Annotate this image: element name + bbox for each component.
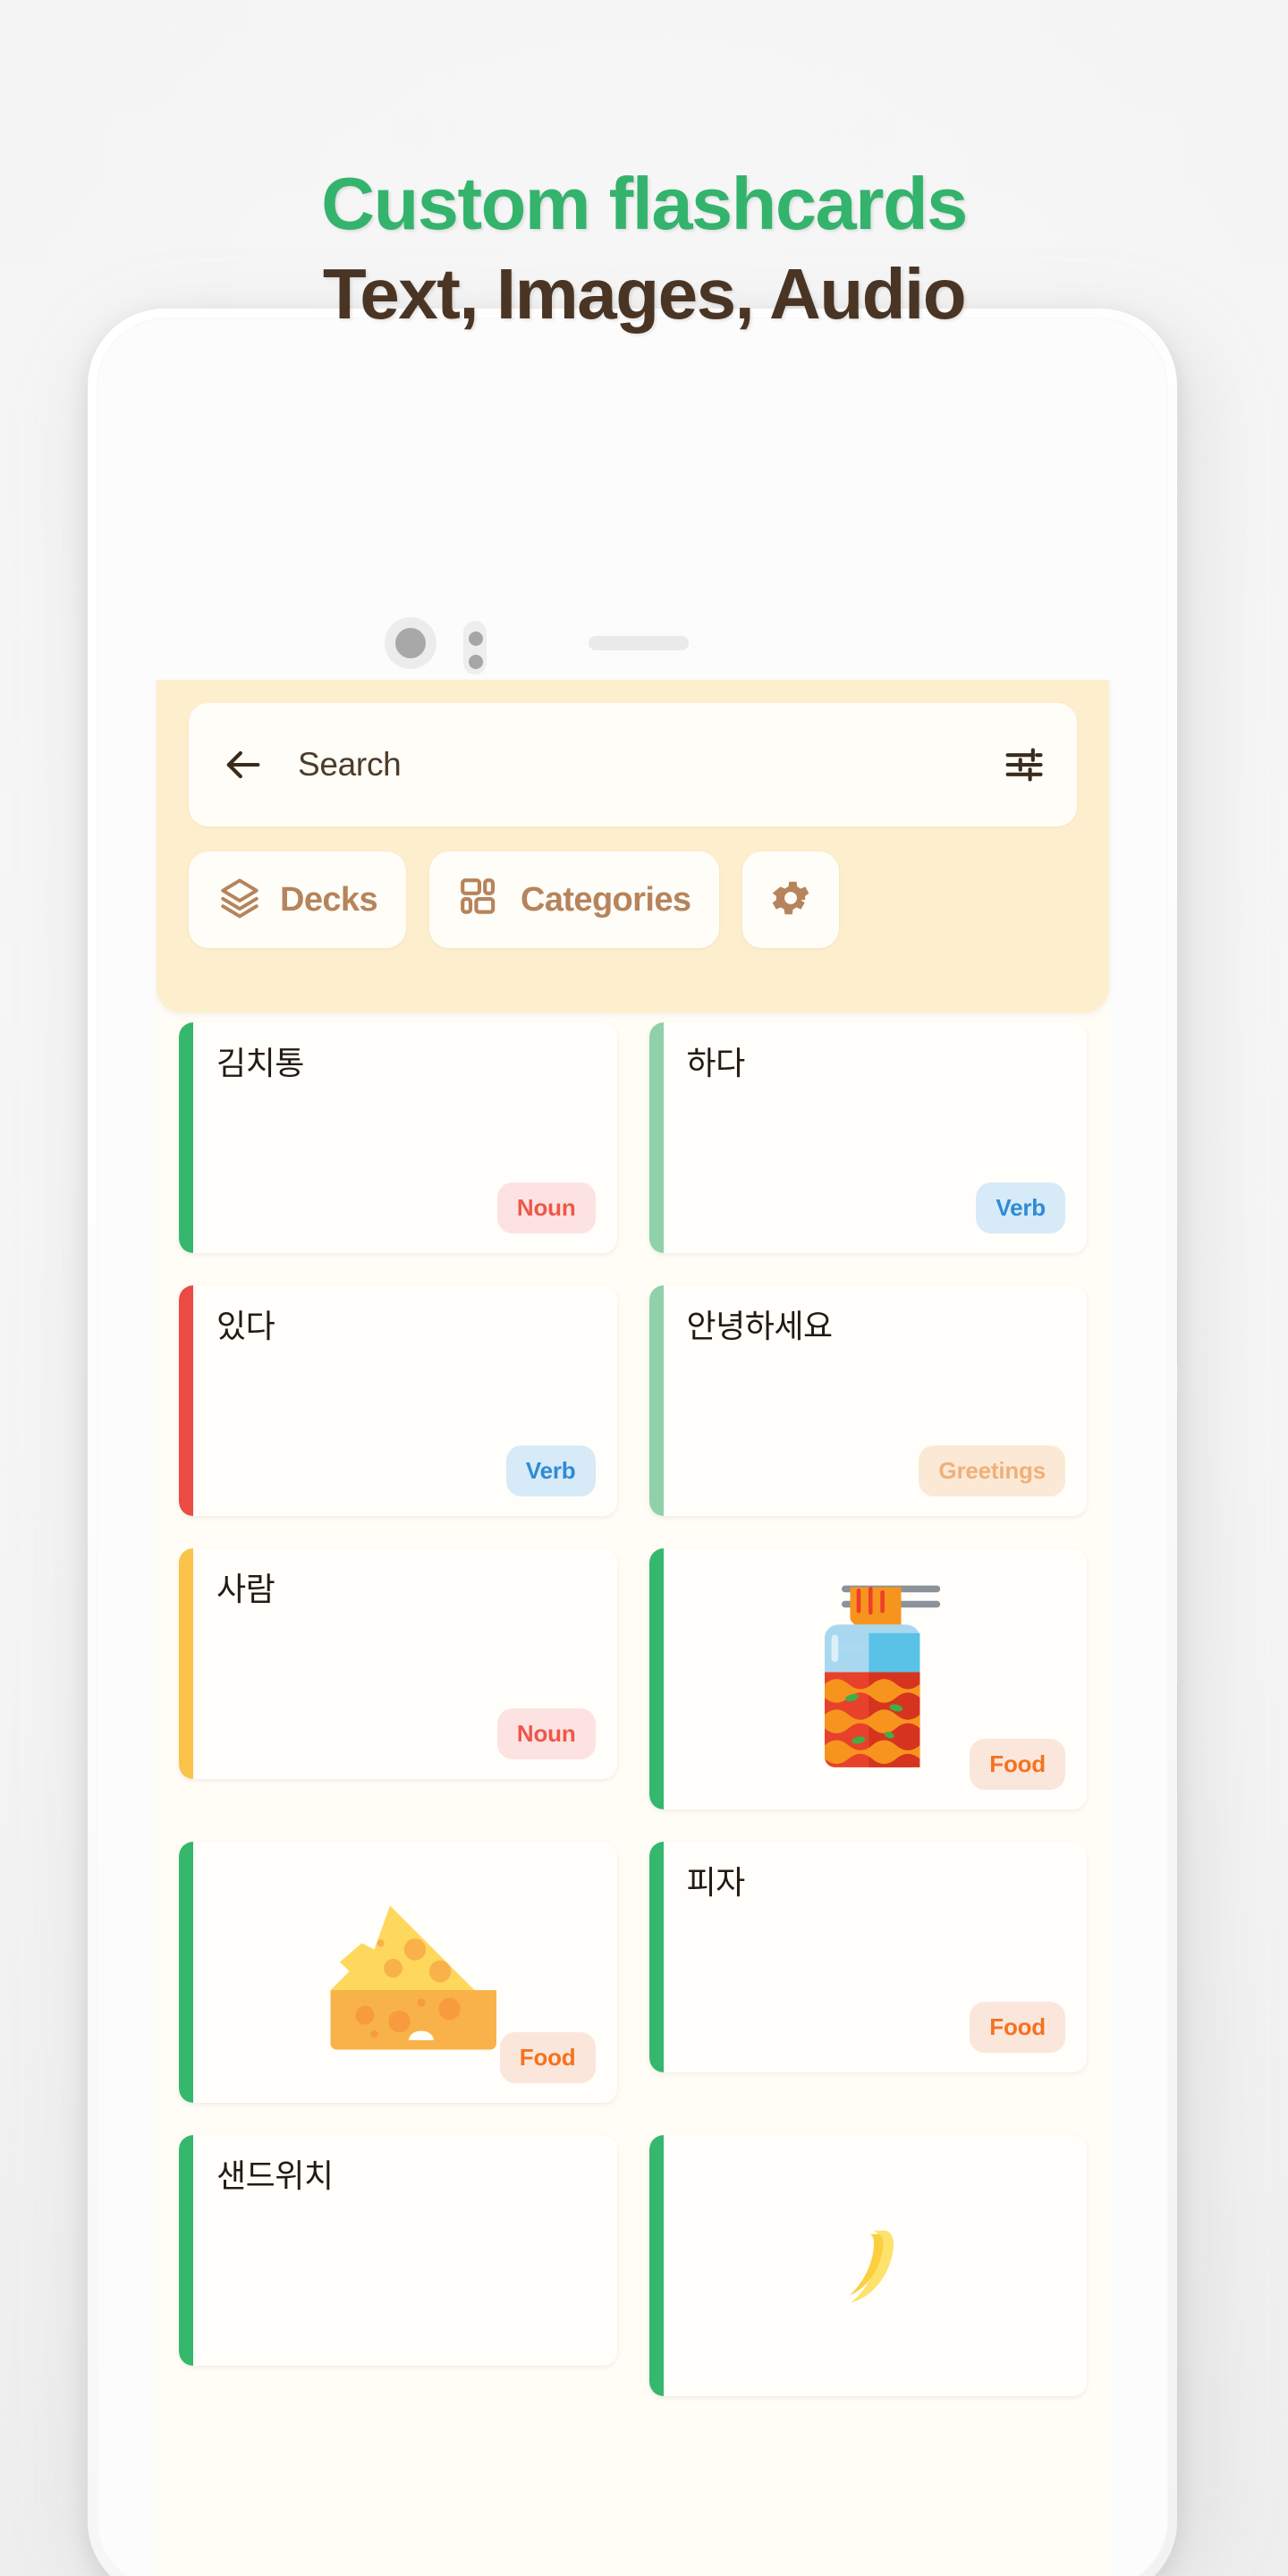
flashcard[interactable]: 있다 Verb xyxy=(179,1285,617,1516)
kimchi-jar-icon xyxy=(825,1585,941,1767)
banana-icon xyxy=(849,2230,894,2303)
flashcard-body: 있다 Verb xyxy=(193,1285,617,1516)
flashcard-category-tag[interactable]: Food xyxy=(499,2032,596,2083)
flashcard-category-tag[interactable]: Noun xyxy=(496,1182,596,1233)
front-camera-icon xyxy=(395,628,426,658)
flashcard-category-tag[interactable]: Noun xyxy=(496,1708,596,1759)
categories-chip[interactable]: Categories xyxy=(428,852,720,948)
promo-headline: Custom flashcards Text, Images, Audio xyxy=(0,166,1288,330)
flashcard[interactable]: Food xyxy=(648,1548,1088,1809)
flashcard-status-bar xyxy=(648,1022,664,1253)
headline-line-2: Text, Images, Audio xyxy=(322,254,967,334)
flashcard-category-tag[interactable]: Verb xyxy=(505,1445,596,1496)
flashcard-body: Food xyxy=(193,1842,617,2103)
flashcard[interactable]: 사람 Noun xyxy=(179,1548,617,1779)
flashcard-category-tag[interactable]: Verb xyxy=(976,1182,1065,1233)
flashcard-body: 사람 Noun xyxy=(193,1548,617,1779)
filter-chip-row: Decks Categories xyxy=(189,852,840,948)
flashcard-status-bar xyxy=(179,1842,193,2103)
app-header: Search Decks Categories xyxy=(157,680,1109,1013)
flashcard-body xyxy=(664,2135,1088,2396)
flashcard-term: 샌드위치 xyxy=(216,2157,334,2194)
sensor-dot-bottom-icon xyxy=(469,655,483,669)
cheese-wedge-icon xyxy=(330,1905,497,2049)
flashcard-term: 사람 xyxy=(216,1571,275,1607)
flashcard[interactable]: 김치통 Noun xyxy=(179,1022,617,1253)
flashcard[interactable]: 하다 Verb xyxy=(648,1022,1088,1253)
flashcard-term: 안녕하세요 xyxy=(686,1308,834,1344)
flashcard-status-bar xyxy=(648,2135,664,2396)
flashcard-status-bar xyxy=(179,2135,193,2366)
back-arrow-icon[interactable] xyxy=(219,741,266,788)
layers-icon xyxy=(217,876,262,925)
search-input[interactable]: Search xyxy=(298,746,1000,784)
decks-chip[interactable]: Decks xyxy=(189,852,406,948)
search-bar[interactable]: Search xyxy=(189,703,1077,826)
gear-icon xyxy=(767,875,814,926)
flashcard-body: 안녕하세요 Greetings xyxy=(664,1285,1088,1516)
flashcard-body: 피자 Food xyxy=(664,1842,1088,2072)
earpiece-speaker-icon xyxy=(589,636,689,650)
flashcard-body: 하다 Verb xyxy=(664,1022,1088,1253)
flashcard-status-bar xyxy=(179,1548,193,1779)
flashcard-status-bar xyxy=(648,1285,664,1516)
flashcard[interactable]: 샌드위치 xyxy=(179,2135,617,2366)
flashcard-body: 김치통 Noun xyxy=(193,1022,617,1253)
flashcard-term: 피자 xyxy=(686,1864,746,1901)
flashcard-status-bar xyxy=(179,1285,193,1516)
decks-chip-label: Decks xyxy=(280,880,378,919)
headline-line-1: Custom flashcards xyxy=(321,162,968,245)
settings-chip[interactable] xyxy=(742,852,840,948)
flashcard-term: 하다 xyxy=(686,1045,746,1081)
flashcard-category-tag[interactable]: Food xyxy=(970,2002,1065,2053)
flashcard[interactable]: 피자 Food xyxy=(648,1842,1088,2072)
flashcard-term: 김치통 xyxy=(216,1045,304,1081)
tune-sliders-icon[interactable] xyxy=(1000,741,1046,788)
flashcard-body: 샌드위치 xyxy=(193,2135,617,2366)
dashboard-grid-icon xyxy=(458,876,503,925)
flashcard-category-tag[interactable]: Greetings xyxy=(919,1445,1065,1496)
flashcard-image xyxy=(687,2158,1066,2377)
flashcard[interactable] xyxy=(648,2135,1088,2396)
flashcard-term: 있다 xyxy=(216,1308,275,1344)
sensor-dot-top-icon xyxy=(469,631,483,646)
flashcard-status-bar xyxy=(648,1842,664,2072)
flashcard[interactable]: 안녕하세요 Greetings xyxy=(648,1285,1088,1516)
flashcard[interactable]: Food xyxy=(179,1842,617,2103)
flashcard-status-bar xyxy=(648,1548,664,1809)
flashcard-status-bar xyxy=(179,1022,193,1253)
flashcard-body: Food xyxy=(664,1548,1088,1809)
flashcard-category-tag[interactable]: Food xyxy=(970,1739,1065,1790)
categories-chip-label: Categories xyxy=(520,880,691,919)
